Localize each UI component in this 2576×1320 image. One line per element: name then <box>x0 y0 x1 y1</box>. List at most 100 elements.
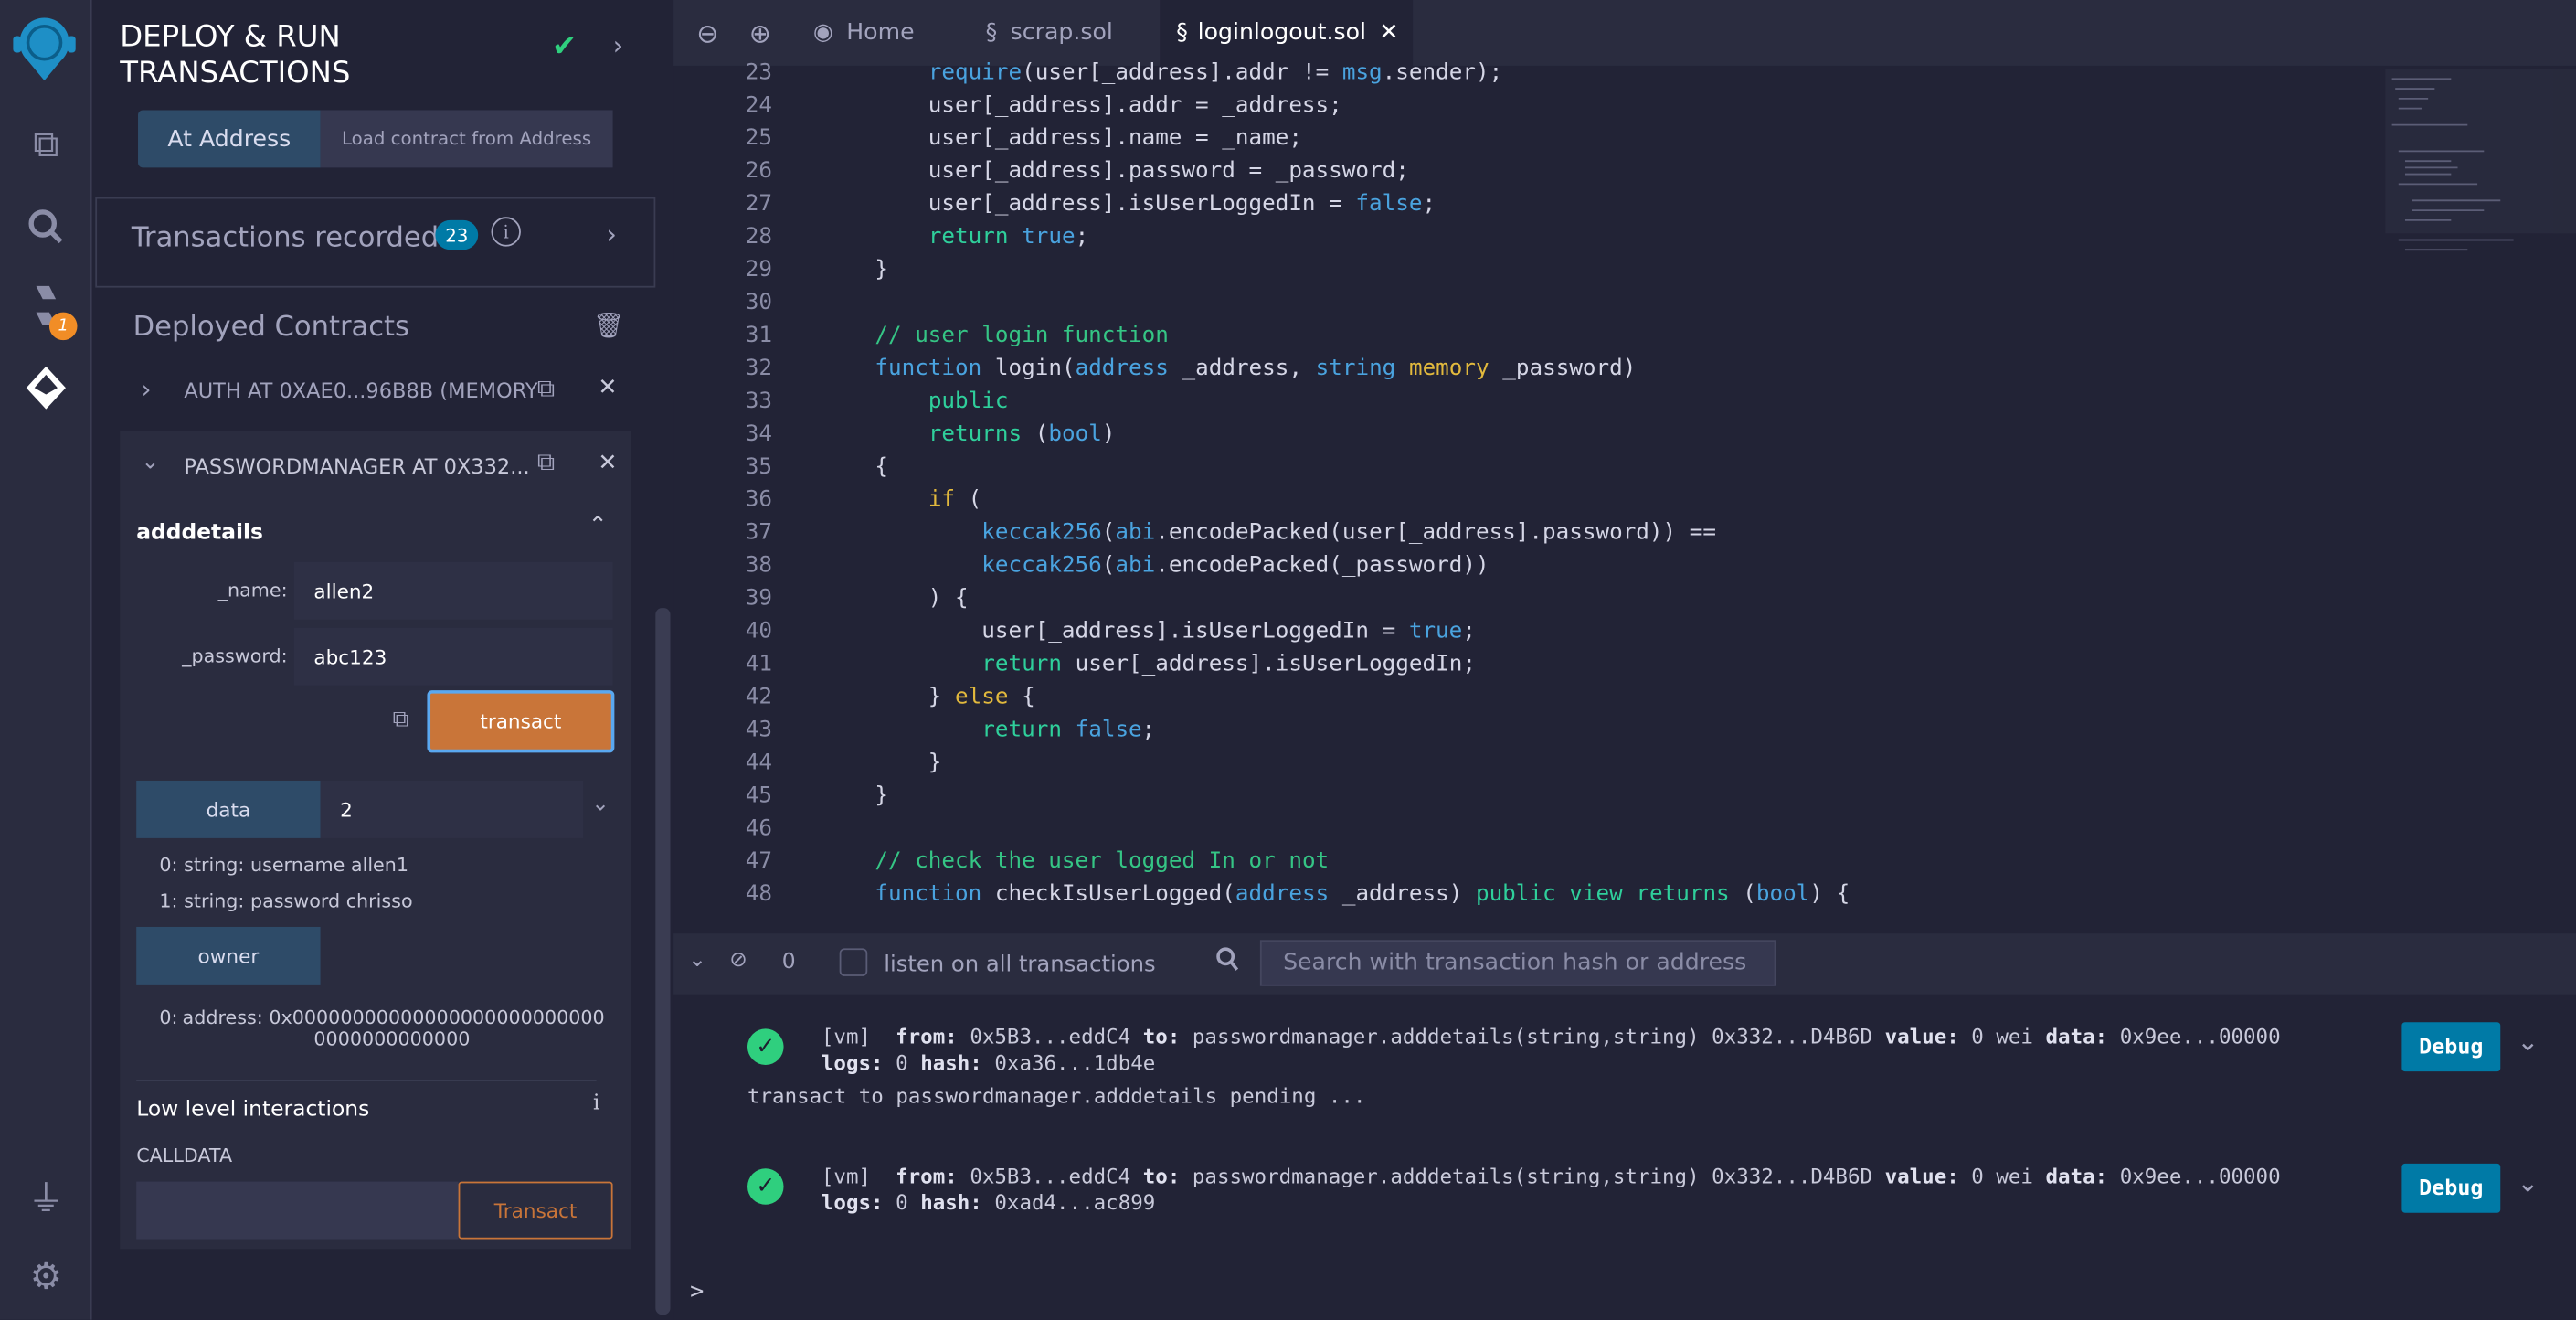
code-editor: ⊖ ⊕ ◉ Home § scrap.sol § loginlogout.sol ✕ 2… <box>673 0 2576 934</box>
code-token: _password) <box>1489 355 1637 382</box>
data-input[interactable]: 2 <box>320 780 584 838</box>
listen-checkbox[interactable] <box>839 948 868 976</box>
name-input[interactable]: allen2 <box>293 561 613 620</box>
close-icon[interactable]: ✕ <box>598 375 617 401</box>
deployed-contracts-title: Deployed Contracts <box>133 310 409 344</box>
code-token: user[_address].password = _password; <box>821 157 1409 185</box>
log-key: logs: <box>821 1049 884 1075</box>
at-address-button[interactable]: At Address <box>138 110 321 168</box>
settings-icon[interactable]: ⚙ <box>13 1244 79 1310</box>
chevron-down-icon[interactable]: ⌄ <box>142 451 160 475</box>
log-value: passwordmanager.adddetails(string,string… <box>1192 1024 1873 1049</box>
code-token: string <box>1315 355 1396 382</box>
code-token: ( <box>955 486 982 513</box>
code-line: user[_address].addr = _address; <box>822 92 1342 119</box>
log-value: 0xa36...1db4e <box>994 1049 1156 1075</box>
transact-button[interactable]: transact <box>427 690 615 753</box>
code-token: require <box>928 59 1023 86</box>
info-icon[interactable]: i <box>593 1091 600 1116</box>
chevron-right-icon[interactable]: › <box>613 29 624 60</box>
contract-passwordmanager-name[interactable]: PASSWORDMANAGER AT 0X332... <box>184 453 529 478</box>
load-contract-input[interactable]: Load contract from Address <box>320 110 613 168</box>
transactions-recorded[interactable]: Transactions recorded 23 i › <box>95 197 656 288</box>
tab-home[interactable]: ◉ Home <box>813 0 978 66</box>
line-number: 23 <box>745 59 772 86</box>
terminal-prompt[interactable]: > <box>690 1279 704 1305</box>
code-token: login( <box>981 355 1076 382</box>
transaction-search-input[interactable]: Search with transaction hash or address <box>1259 940 1776 986</box>
clear-console-icon[interactable]: ⊘ <box>729 948 747 973</box>
copy-icon[interactable]: ⧉ <box>537 373 555 402</box>
expand-icon[interactable]: ⌄ <box>2517 1026 2539 1057</box>
zoom-out-icon[interactable]: ⊖ <box>696 0 718 66</box>
deploy-run-icon[interactable] <box>13 355 79 420</box>
log-line: [vm] from: 0x5B3...eddC4 to: passwordman… <box>822 1164 2281 1188</box>
plugin-manager-icon[interactable]: ⏚ <box>13 1164 79 1230</box>
code-area[interactable]: 23 require(user[_address].addr != msg.se… <box>673 59 2382 933</box>
line-number: 35 <box>745 453 772 480</box>
minimap[interactable] <box>2385 69 2576 251</box>
line-number: 38 <box>745 552 772 579</box>
code-token: ; <box>1075 223 1089 250</box>
log-line: logs: 0 hash: 0xa36...1db4e <box>822 1050 1155 1075</box>
tab-scrap-sol[interactable]: § scrap.sol <box>986 0 1150 66</box>
calldata-transact-button[interactable]: Transact <box>458 1181 613 1240</box>
code-token: } <box>821 683 956 710</box>
code-token: public <box>1475 880 1556 908</box>
copy-icon[interactable]: ⧉ <box>537 447 555 476</box>
chevron-up-icon[interactable]: ⌃ <box>588 513 608 539</box>
close-tab-icon[interactable]: ✕ <box>1379 20 1398 47</box>
panel-scrollbar[interactable] <box>655 608 671 1315</box>
chevron-right-icon[interactable]: › <box>142 375 152 404</box>
check-icon: ✔ <box>552 29 578 65</box>
code-token: // user login function <box>875 322 1169 349</box>
tx-count-badge: 23 <box>435 219 479 250</box>
debug-button[interactable]: Debug <box>2401 1022 2501 1072</box>
password-input[interactable]: abc123 <box>293 627 613 686</box>
tab-loginlogout-sol[interactable]: § loginlogout.sol ✕ <box>1160 0 1414 66</box>
log-value: 0 wei <box>1971 1163 2033 1188</box>
collapse-terminal-icon[interactable]: ⌄ <box>688 948 706 973</box>
title-line: TRANSACTIONS <box>120 56 351 90</box>
expand-icon[interactable]: ⌄ <box>2517 1166 2539 1198</box>
line-number: 33 <box>745 388 772 415</box>
log-key: from: <box>896 1163 958 1188</box>
code-token: { <box>821 453 888 480</box>
contract-auth[interactable]: AUTH AT 0XAE0...96B8B (MEMORY <box>184 378 537 402</box>
debug-button[interactable]: Debug <box>2401 1163 2501 1213</box>
trash-icon[interactable]: 🗑 <box>593 311 624 340</box>
remix-logo-icon[interactable] <box>10 16 80 82</box>
solidity-compiler-icon[interactable]: 1 <box>13 272 79 341</box>
line-number: 41 <box>745 650 772 677</box>
chevron-right-icon[interactable]: › <box>606 218 617 250</box>
code-token: .encodePacked(_password)) <box>1155 552 1489 579</box>
pending-message: transact to passwordmanager.adddetails p… <box>747 1082 1366 1108</box>
file-explorer-icon[interactable]: ⧉ <box>13 112 79 177</box>
code-token: checkIsUserLogged( <box>981 880 1235 908</box>
info-icon[interactable]: i <box>491 217 521 247</box>
code-token: ) { <box>1809 880 1850 908</box>
data-button[interactable]: data <box>136 780 321 838</box>
chevron-down-icon[interactable]: ⌄ <box>591 793 610 817</box>
code-token: address <box>1235 880 1330 908</box>
calldata-input[interactable] <box>136 1181 459 1240</box>
close-icon[interactable]: ✕ <box>598 451 617 477</box>
zoom-in-icon[interactable]: ⊕ <box>749 0 771 66</box>
code-token: } <box>821 749 942 776</box>
code-token: abi <box>1115 519 1156 546</box>
tab-label: scrap.sol <box>1010 19 1113 47</box>
owner-button[interactable]: owner <box>136 926 321 985</box>
param-label: _name: <box>217 578 288 601</box>
search-icon[interactable] <box>13 194 79 260</box>
copy-icon[interactable]: ⧉ <box>393 707 409 733</box>
calldata-label: CALLDATA <box>136 1144 233 1167</box>
divider <box>136 1080 597 1081</box>
code-token: user[_address].isUserLoggedIn = <box>821 190 1356 218</box>
code-token: returns <box>928 420 1023 448</box>
code-token: return <box>928 223 1009 250</box>
code-token: _address) <box>1329 880 1476 908</box>
